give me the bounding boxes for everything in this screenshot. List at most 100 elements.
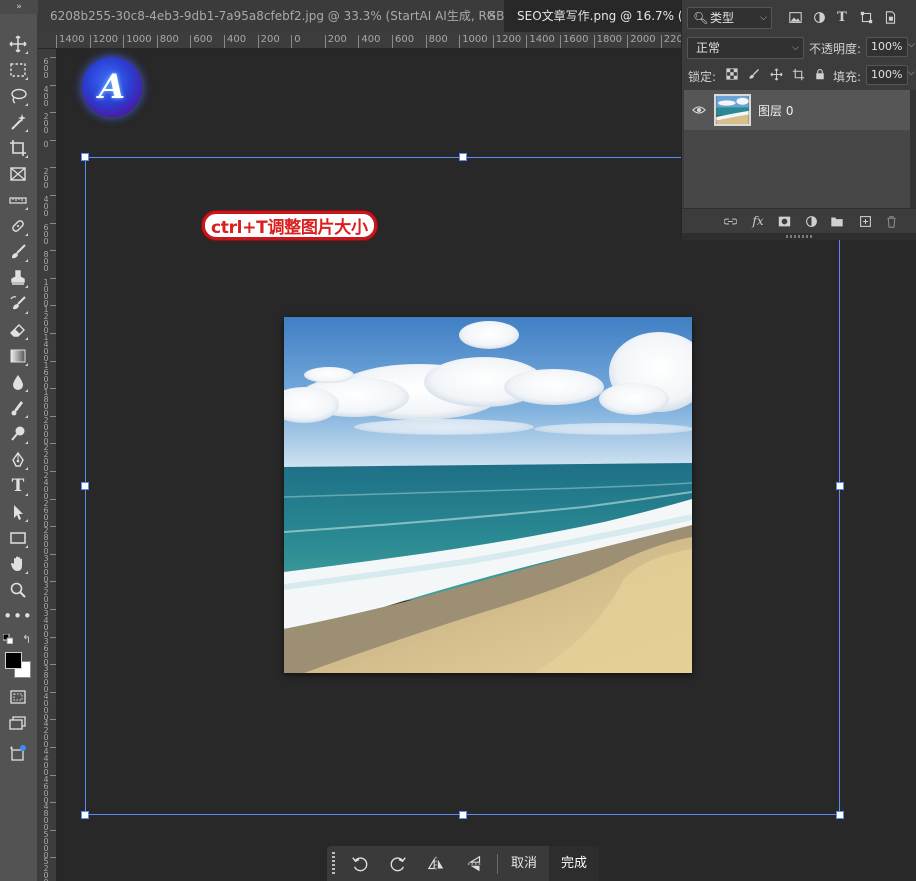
- layers-panel-footer: fx: [682, 208, 916, 232]
- ruler-tick-label: 4200: [43, 719, 49, 750]
- rotate-right-button[interactable]: [387, 853, 409, 875]
- frame-tool[interactable]: [7, 163, 29, 185]
- swap-colors-icon[interactable]: ↰: [22, 633, 31, 646]
- add-mask-icon[interactable]: [777, 214, 791, 228]
- default-colors-icon[interactable]: [3, 634, 13, 644]
- taskbar-grip[interactable]: [332, 852, 335, 876]
- blend-mode-value: 正常: [696, 41, 721, 55]
- visibility-eye-icon[interactable]: [692, 102, 706, 121]
- beach-photo[interactable]: [284, 317, 692, 673]
- type-icon: T: [11, 476, 25, 496]
- transform-handle-bottom-left[interactable]: [81, 811, 89, 819]
- clone-stamp-tool[interactable]: [7, 267, 29, 289]
- lock-image-pixels-button[interactable]: [746, 66, 762, 82]
- type-tool[interactable]: T: [7, 475, 29, 497]
- transform-handle-top-center[interactable]: [459, 153, 467, 161]
- screen-mode-button[interactable]: [7, 712, 29, 734]
- layer-thumbnail: [714, 94, 751, 126]
- filter-adjustment-layers-button[interactable]: [811, 9, 827, 25]
- layers-scrollbar[interactable]: [910, 90, 916, 208]
- eraser-tool[interactable]: [7, 319, 29, 341]
- fill-input[interactable]: 100%: [866, 65, 908, 85]
- transform-handle-bottom-right[interactable]: [836, 811, 844, 819]
- healing-brush-tool[interactable]: [7, 215, 29, 237]
- dodge-tool[interactable]: [7, 423, 29, 445]
- rotate-left-button[interactable]: [349, 853, 371, 875]
- lock-all-button[interactable]: [812, 66, 828, 82]
- panel-resize-bar[interactable]: [682, 233, 916, 240]
- transform-handle-bottom-center[interactable]: [459, 811, 467, 819]
- path-selection-tool[interactable]: [7, 501, 29, 523]
- toolbar-collapse-button[interactable]: »: [0, 0, 38, 14]
- gradient-tool[interactable]: [7, 345, 29, 367]
- search-icon: 🔍︎: [693, 11, 709, 25]
- marquee-tool[interactable]: [7, 59, 29, 81]
- fill-chevron-icon[interactable]: ⌵: [908, 68, 915, 78]
- flip-horizontal-icon: [427, 856, 444, 872]
- generative-edit-icon: [10, 745, 26, 761]
- filter-value: 类型: [710, 11, 735, 25]
- new-adjustment-layer-icon[interactable]: [804, 214, 818, 228]
- zoom-tool[interactable]: [7, 579, 29, 601]
- opacity-chevron-icon[interactable]: ⌵: [908, 40, 915, 50]
- transform-handle-middle-right[interactable]: [836, 482, 844, 490]
- tab-title: SEO文章写作.png @ 16.7% (图: [517, 9, 695, 23]
- crop-tool[interactable]: [7, 137, 29, 159]
- toolbar-separator: [497, 854, 498, 874]
- blur-tool[interactable]: [7, 371, 29, 393]
- layer-name[interactable]: 图层 0: [758, 102, 793, 119]
- ruler-tick-label: 800: [156, 35, 179, 48]
- opacity-input[interactable]: 100%: [866, 37, 908, 57]
- ruler-tick-label: 2000: [43, 415, 49, 446]
- filter-pixel-layers-button[interactable]: [787, 9, 803, 25]
- cancel-button[interactable]: 取消: [505, 846, 543, 881]
- lasso-tool[interactable]: [7, 85, 29, 107]
- ruler-tick-label: 2600: [43, 498, 49, 529]
- tab-close-icon[interactable]: ×: [486, 0, 497, 32]
- filter-type-layers-icon[interactable]: T: [834, 9, 850, 25]
- filter-smart-objects-button[interactable]: [882, 9, 898, 25]
- new-group-folder-icon[interactable]: [830, 214, 844, 228]
- ruler-tool[interactable]: [7, 189, 29, 211]
- transform-handle-middle-left[interactable]: [81, 482, 89, 490]
- layer-row[interactable]: 图层 0: [684, 90, 910, 130]
- shape-icon: [860, 11, 872, 23]
- generative-tool-button[interactable]: [7, 742, 29, 764]
- tab-document-1[interactable]: 6208b255-30c8-4eb3-9db1-7a95a8cfebf2.jpg…: [38, 0, 504, 32]
- horizontal-ruler[interactable]: 1400 1200 1000 800 600 400 200 0 200 400 600 800 100…: [38, 32, 718, 49]
- trash-icon[interactable]: [884, 214, 898, 228]
- new-layer-icon[interactable]: [858, 214, 872, 228]
- layers-panel: 🔍︎ 类型 ⌵ T 正常 ⌵ 不透明度: 100% ⌵ 锁定: 填充: 100%…: [681, 0, 916, 240]
- fx-icon[interactable]: fx: [751, 214, 765, 228]
- link-layers-icon[interactable]: [723, 214, 737, 228]
- smudge-tool[interactable]: [7, 397, 29, 419]
- layers-list-empty-area[interactable]: [684, 130, 910, 208]
- more-tools-button[interactable]: •••: [3, 605, 32, 627]
- history-brush-tool[interactable]: [7, 293, 29, 315]
- ruler-tick-label: 3400: [43, 609, 49, 639]
- flip-vertical-button[interactable]: [464, 853, 486, 875]
- magic-wand-tool[interactable]: [7, 111, 29, 133]
- foreground-color-swatch[interactable]: [5, 652, 22, 669]
- transform-handle-top-left[interactable]: [81, 153, 89, 161]
- blend-mode-dropdown[interactable]: 正常 ⌵: [687, 37, 804, 59]
- filter-shape-layers-button[interactable]: [858, 9, 874, 25]
- lock-artboard-button[interactable]: [790, 66, 806, 82]
- contextual-transform-bar: 取消 完成: [327, 846, 599, 881]
- lock-position-button[interactable]: [768, 66, 784, 82]
- hand-tool[interactable]: [7, 553, 29, 575]
- flip-horizontal-button[interactable]: [425, 853, 447, 875]
- ruler-tick-label: 1000: [459, 35, 488, 48]
- panel-grip[interactable]: [786, 235, 812, 238]
- layer-filter-dropdown[interactable]: 🔍︎ 类型 ⌵: [687, 7, 772, 29]
- move-tool[interactable]: [7, 33, 29, 55]
- rectangle-tool[interactable]: [7, 527, 29, 549]
- rotate-left-icon: [352, 857, 368, 872]
- vertical-ruler[interactable]: 600 400 200 0 200 400 600 800 1000 1200 1400 1600 18…: [38, 49, 57, 881]
- done-button[interactable]: 完成: [549, 846, 599, 881]
- lock-transparent-pixels-button[interactable]: [724, 66, 740, 82]
- ruler-tick-label: 600: [43, 57, 49, 80]
- brush-tool[interactable]: [7, 241, 29, 263]
- pen-tool[interactable]: [7, 449, 29, 471]
- quick-mask-button[interactable]: [7, 686, 29, 708]
